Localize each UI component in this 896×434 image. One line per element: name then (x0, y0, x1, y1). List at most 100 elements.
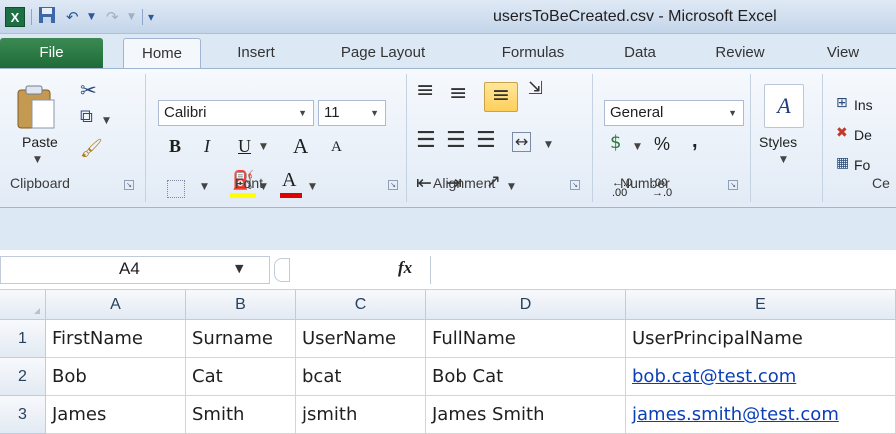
shrink-font-button[interactable]: A (331, 139, 342, 156)
cell-d3[interactable]: James Smith (426, 396, 626, 434)
select-all-corner[interactable] (0, 290, 46, 320)
font-name-combo[interactable]: Calibri ▼ (158, 100, 314, 126)
cell-b3[interactable]: Smith (186, 396, 296, 434)
font-color-button[interactable]: A (282, 169, 296, 192)
email-link[interactable]: bob.cat@test.com (632, 366, 796, 387)
formula-input[interactable] (430, 256, 896, 284)
align-right-icon[interactable]: ☰ (476, 130, 496, 152)
orientation-dropdown-icon[interactable]: ▼ (508, 182, 515, 192)
cell-e3[interactable]: james.smith@test.com (626, 396, 896, 434)
redo-dropdown-icon[interactable]: ▼ (128, 6, 135, 28)
insert-function-button[interactable]: fx (398, 258, 412, 278)
email-link[interactable]: james.smith@test.com (632, 404, 839, 425)
column-header-a[interactable]: A (46, 290, 186, 320)
font-color-bar (280, 193, 302, 198)
alignment-launcher-icon[interactable]: ↘ (570, 180, 580, 190)
currency-dropdown-icon[interactable]: ▼ (634, 142, 641, 152)
name-box[interactable]: A4 ▼ (0, 256, 270, 284)
insert-cells-icon: ⊞ (836, 95, 848, 111)
cell-e1[interactable]: UserPrincipalName (626, 320, 896, 358)
cell-a1[interactable]: FirstName (46, 320, 186, 358)
delete-cells-button[interactable]: De (854, 127, 872, 143)
tab-home[interactable]: Home (123, 38, 201, 68)
tab-file[interactable]: File (0, 38, 103, 68)
underline-button[interactable]: U (238, 136, 251, 157)
column-header-e[interactable]: E (626, 290, 896, 320)
comma-button[interactable]: , (692, 130, 698, 153)
format-cells-icon: ▦ (836, 155, 850, 171)
font-color-dropdown-icon[interactable]: ▼ (309, 182, 316, 192)
middle-align-icon[interactable]: ≡ (449, 83, 467, 105)
top-align-icon[interactable]: ≡ (416, 80, 434, 102)
font-size-value: 11 (324, 104, 340, 121)
cell-c3[interactable]: jsmith (296, 396, 426, 434)
wrap-text-icon[interactable]: ⇲ (528, 80, 543, 98)
currency-icon[interactable]: $ (610, 134, 621, 152)
tab-data[interactable]: Data (610, 38, 670, 68)
paste-dropdown-icon[interactable]: ▼ (34, 155, 41, 165)
row-header-1[interactable]: 1 (0, 320, 46, 358)
copy-dropdown-icon[interactable]: ▼ (103, 116, 110, 126)
copy-icon[interactable]: ⧉ (80, 108, 93, 126)
separator (142, 9, 143, 25)
number-format-combo[interactable]: General ▼ (604, 100, 744, 126)
tab-view[interactable]: View (808, 38, 878, 68)
column-header-b[interactable]: B (186, 290, 296, 320)
clipboard-launcher-icon[interactable]: ↘ (124, 180, 134, 190)
separator (31, 9, 32, 25)
excel-app-icon[interactable]: X (5, 7, 25, 27)
column-header-c[interactable]: C (296, 290, 426, 320)
cell-d1[interactable]: FullName (426, 320, 626, 358)
bottom-align-button[interactable]: ≡ (484, 82, 518, 112)
font-size-combo[interactable]: 11 ▼ (318, 100, 386, 126)
undo-icon[interactable]: ↶ (66, 6, 79, 28)
borders-dropdown-icon[interactable]: ▼ (201, 182, 208, 192)
percent-button[interactable]: % (654, 134, 670, 155)
separator (750, 74, 751, 202)
styles-dropdown-icon[interactable]: ▼ (780, 155, 787, 165)
row-header-2[interactable]: 2 (0, 358, 46, 396)
row-header-3[interactable]: 3 (0, 396, 46, 434)
tab-page-layout[interactable]: Page Layout (313, 38, 453, 68)
align-center-icon[interactable]: ☰ (446, 130, 466, 152)
styles-button[interactable]: A (764, 84, 804, 128)
cell-d2[interactable]: Bob Cat (426, 358, 626, 396)
fill-color-bar (230, 193, 256, 198)
title-bar: X ↶ ▼ ↷ ▼ ▾ usersToBeCreated.csv - Micro… (0, 0, 896, 34)
cell-c2[interactable]: bcat (296, 358, 426, 396)
cell-b1[interactable]: Surname (186, 320, 296, 358)
formula-bar-divider-icon (274, 258, 290, 282)
underline-dropdown-icon[interactable]: ▼ (260, 142, 267, 152)
column-header-d[interactable]: D (426, 290, 626, 320)
cut-icon[interactable]: ✂ (80, 80, 97, 100)
cell-a3[interactable]: James (46, 396, 186, 434)
cell-e2[interactable]: bob.cat@test.com (626, 358, 896, 396)
insert-cells-button[interactable]: Ins (854, 97, 873, 113)
format-painter-icon[interactable]: 🖌 (80, 140, 103, 158)
align-left-icon[interactable]: ☰ (416, 130, 436, 152)
font-launcher-icon[interactable]: ↘ (388, 180, 398, 190)
cell-c1[interactable]: UserName (296, 320, 426, 358)
cell-a2[interactable]: Bob (46, 358, 186, 396)
tab-review[interactable]: Review (700, 38, 780, 68)
bold-button[interactable]: B (169, 136, 181, 157)
format-cells-button[interactable]: Fo (854, 157, 870, 173)
merge-center-icon[interactable]: ↔ (512, 132, 532, 152)
cells-group-label: Ce (872, 175, 890, 191)
decrease-indent-icon[interactable]: ⇤ (416, 174, 432, 193)
paste-icon[interactable] (16, 84, 56, 134)
save-icon[interactable] (38, 6, 56, 28)
customize-toolbar-icon[interactable]: ▾ (148, 6, 154, 28)
paste-button[interactable]: Paste (22, 134, 58, 150)
grow-font-button[interactable]: A (293, 134, 308, 159)
redo-icon[interactable]: ↷ (106, 6, 119, 28)
italic-button[interactable]: I (204, 136, 210, 157)
separator (406, 74, 407, 202)
merge-dropdown-icon[interactable]: ▼ (545, 140, 552, 150)
undo-dropdown-icon[interactable]: ▼ (88, 6, 95, 28)
tab-insert[interactable]: Insert (220, 38, 292, 68)
borders-icon[interactable] (167, 180, 185, 198)
tab-formulas[interactable]: Formulas (478, 38, 588, 68)
cell-b2[interactable]: Cat (186, 358, 296, 396)
number-launcher-icon[interactable]: ↘ (728, 180, 738, 190)
